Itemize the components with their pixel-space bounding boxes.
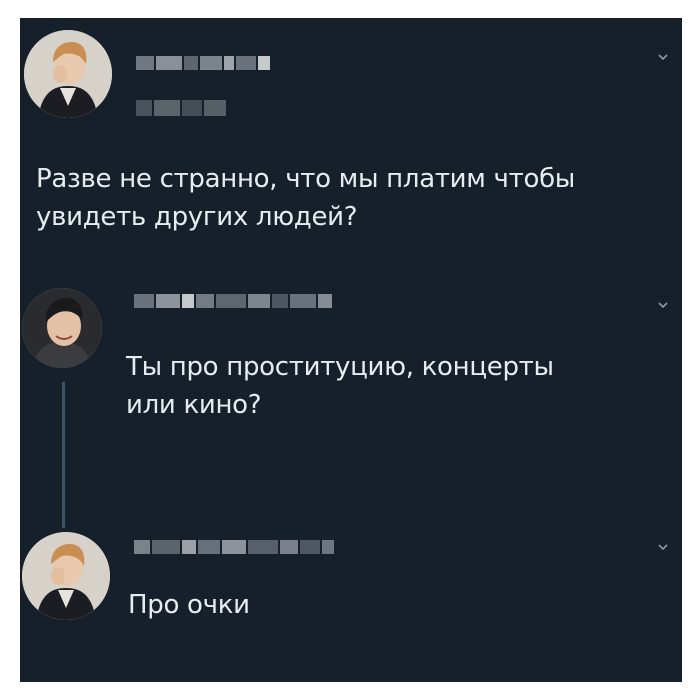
user-avatar-icon [24,30,112,118]
tweet-2-username-redacted [134,294,332,308]
tweet-3-text: Про очки [128,590,250,620]
tweet-1-handle-redacted [136,100,226,116]
tweet-1-avatar[interactable] [24,30,112,118]
tweet-2-avatar[interactable] [22,288,102,368]
chevron-down-icon [658,302,668,309]
user-avatar-icon [22,532,110,620]
tweet-thread-screen: Разве не странно, что мы платим чтобы ув… [20,18,682,682]
tweet-3-avatar[interactable] [22,532,110,620]
user-avatar-icon [22,288,102,368]
tweet-1-menu-button[interactable] [656,50,670,64]
thread-connector-line [62,382,65,528]
chevron-down-icon [658,54,668,61]
tweet-3-username-redacted [134,540,334,554]
tweet-3-menu-button[interactable] [656,540,670,554]
tweet-1-text: Разве не странно, что мы платим чтобы ув… [36,164,576,232]
tweet-2-text: Ты про проституцию, концерты или кино? [126,352,554,420]
tweet-1-username-redacted [136,56,270,70]
tweet-2-menu-button[interactable] [656,298,670,312]
chevron-down-icon [658,544,668,551]
